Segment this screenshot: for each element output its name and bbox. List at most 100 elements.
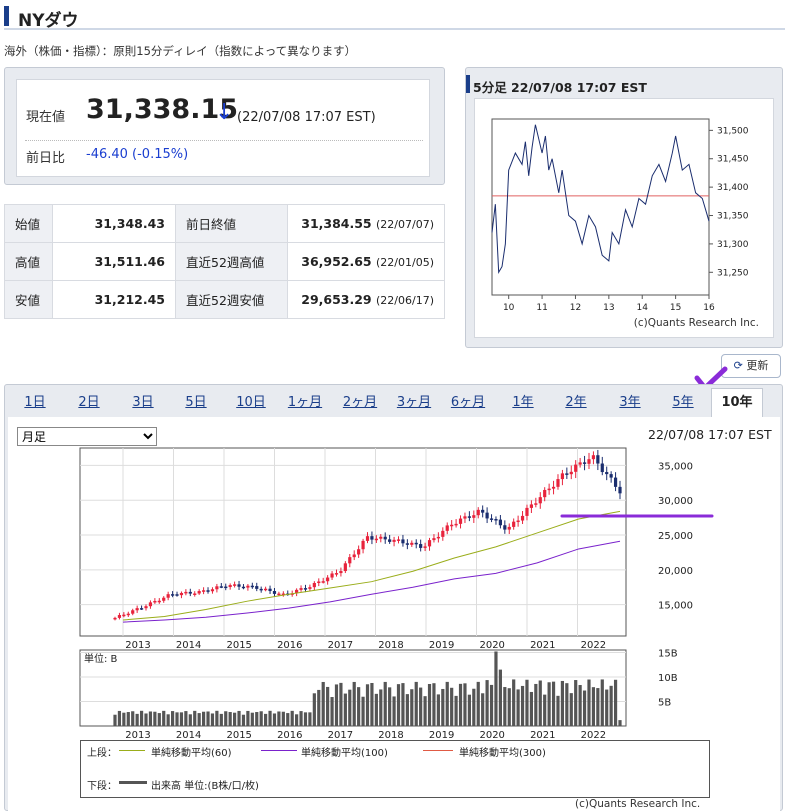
volume-bar bbox=[312, 693, 316, 726]
tab-4[interactable]: 10日 bbox=[230, 389, 272, 417]
candle-body bbox=[383, 536, 387, 540]
volume-bar bbox=[574, 680, 578, 726]
tab-1[interactable]: 2日 bbox=[71, 389, 107, 417]
volume-bar bbox=[334, 684, 339, 726]
intraday-title-marker bbox=[466, 75, 470, 93]
candle-body bbox=[498, 519, 502, 526]
y-tick-label: 30,000 bbox=[658, 496, 693, 507]
candle-body bbox=[131, 610, 135, 614]
volume-bar bbox=[264, 713, 268, 726]
candle-body bbox=[321, 581, 325, 583]
tab-8[interactable]: 6ヶ月 bbox=[446, 389, 490, 417]
tab-6[interactable]: 2ヶ月 bbox=[338, 389, 382, 417]
volume-year-tick-label: 2020 bbox=[479, 730, 504, 740]
candle-body bbox=[445, 525, 449, 531]
volume-bar bbox=[131, 711, 135, 726]
open-label: 始値 bbox=[4, 204, 53, 243]
volume-bar bbox=[613, 679, 618, 726]
tab-3[interactable]: 5日 bbox=[178, 389, 214, 417]
tab-13[interactable]: 10年 bbox=[711, 388, 763, 418]
candle-body bbox=[560, 473, 565, 480]
candle-body bbox=[233, 584, 237, 586]
volume-bar bbox=[596, 688, 600, 726]
candle-body bbox=[259, 588, 263, 591]
volume-bar bbox=[144, 713, 148, 726]
x-tick-label: 12 bbox=[570, 303, 581, 313]
volume-bar bbox=[122, 712, 126, 726]
volume-year-tick-label: 2022 bbox=[581, 730, 606, 740]
intraday-title: 5分足 22/07/08 17:07 EST bbox=[473, 80, 647, 95]
open-value: 31,348.43 bbox=[52, 204, 176, 243]
volume-year-tick-label: 2015 bbox=[226, 730, 251, 740]
tab-0[interactable]: 1日 bbox=[18, 389, 52, 417]
candle-body bbox=[569, 471, 573, 475]
table-row: 高値 31,511.46 直近52週高値 36,952.65 (22/01/05… bbox=[4, 242, 445, 281]
candle-body bbox=[135, 608, 139, 611]
volume-bar bbox=[476, 681, 480, 726]
volume-bar bbox=[458, 683, 463, 726]
high52-label: 直近52週高値 bbox=[175, 242, 288, 281]
volume-bar bbox=[467, 694, 471, 726]
candle-body bbox=[525, 507, 529, 516]
volume-bar bbox=[512, 679, 516, 726]
candle-body bbox=[379, 536, 383, 539]
year-tick-label: 2022 bbox=[581, 640, 606, 651]
candle-body bbox=[423, 546, 427, 548]
year-tick-label: 2013 bbox=[125, 640, 150, 651]
volume-bar bbox=[494, 651, 498, 726]
volume-bar bbox=[201, 711, 206, 726]
candle-body bbox=[126, 613, 130, 616]
legend-ma300-swatch bbox=[423, 750, 453, 751]
legend-lower-label: 下段： bbox=[87, 781, 117, 792]
volume-bar bbox=[330, 697, 334, 726]
x-tick-label: 10 bbox=[503, 303, 515, 313]
tab-7[interactable]: 3ヶ月 bbox=[392, 389, 436, 417]
volume-bar bbox=[534, 683, 538, 726]
current-price-label: 現在値 bbox=[26, 110, 66, 125]
candle-body bbox=[303, 588, 308, 590]
candle-body bbox=[117, 615, 122, 618]
y-tick-label: 35,000 bbox=[658, 461, 693, 472]
high52-value: 36,952.65 bbox=[301, 254, 372, 269]
tab-5[interactable]: 1ヶ月 bbox=[284, 389, 326, 417]
chart-legend: 上段： 単純移動平均(60) 単純移動平均(100) 単純移動平均(300) 下… bbox=[80, 740, 710, 798]
volume-bar bbox=[157, 713, 161, 726]
candle-body bbox=[197, 591, 201, 594]
refresh-button[interactable]: ⟳ 更新 bbox=[721, 354, 781, 378]
change-label: 前日比 bbox=[26, 151, 66, 166]
y-tick-label: 31,350 bbox=[717, 212, 749, 222]
candle-body bbox=[596, 455, 600, 464]
tab-2[interactable]: 3日 bbox=[125, 389, 161, 417]
candle-body bbox=[264, 588, 268, 591]
candle-body bbox=[317, 581, 321, 584]
x-tick-label: 14 bbox=[637, 303, 649, 313]
volume-bar bbox=[481, 693, 485, 726]
volume-bar bbox=[348, 689, 352, 726]
candle-body bbox=[334, 573, 339, 575]
legend-ma60: 単純移動平均(60) bbox=[151, 748, 232, 759]
volume-bar bbox=[388, 687, 392, 726]
y-tick-label: 15,000 bbox=[658, 601, 693, 612]
tab-11[interactable]: 3年 bbox=[612, 389, 648, 417]
candle-body bbox=[467, 516, 471, 518]
tab-9[interactable]: 1年 bbox=[505, 389, 541, 417]
volume-bar bbox=[379, 689, 383, 726]
candle-body bbox=[538, 497, 542, 504]
tab-10[interactable]: 2年 bbox=[558, 389, 594, 417]
volume-bar bbox=[582, 690, 587, 726]
volume-bar bbox=[450, 687, 454, 726]
prev-close-value: 31,384.55 bbox=[301, 216, 372, 231]
x-tick-label: 11 bbox=[536, 303, 547, 313]
year-tick-label: 2020 bbox=[479, 640, 504, 651]
tab-12[interactable]: 5年 bbox=[665, 389, 701, 417]
candle-body bbox=[184, 591, 188, 594]
candle-body bbox=[219, 586, 223, 588]
volume-bar bbox=[392, 696, 396, 726]
quote-table: 始値 31,348.43 前日終値 31,384.55 (22/07/07) 高… bbox=[4, 204, 445, 319]
volume-bar bbox=[153, 711, 157, 726]
candle-body bbox=[472, 515, 476, 518]
year-tick-label: 2015 bbox=[226, 640, 251, 651]
volume-bar bbox=[170, 711, 175, 726]
candle-body bbox=[427, 540, 432, 547]
candle-body bbox=[392, 539, 396, 542]
